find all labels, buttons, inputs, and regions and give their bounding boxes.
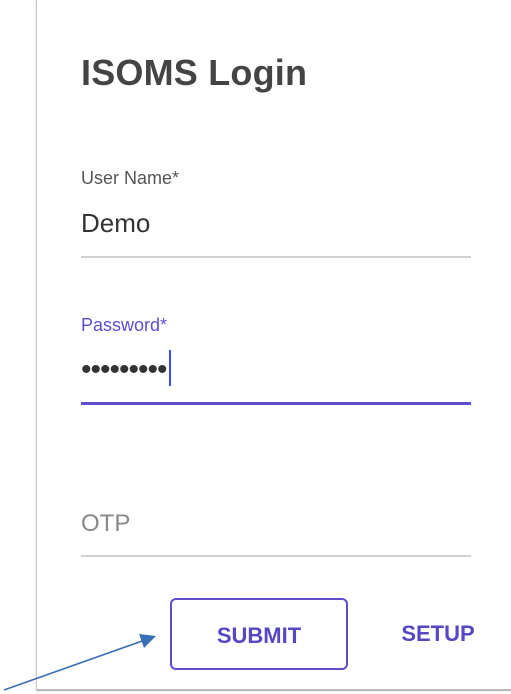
- username-underline: [81, 256, 471, 258]
- otp-underline: [81, 555, 471, 557]
- text-caret: [168, 350, 171, 387]
- login-card: ISOMS Login User Name* Demo Password* ••…: [36, 0, 511, 691]
- password-value[interactable]: •••••••••: [81, 353, 168, 386]
- page: ISOMS Login User Name* Demo Password* ••…: [0, 0, 511, 694]
- otp-field[interactable]: OTP: [81, 510, 471, 560]
- username-field[interactable]: User Name* Demo: [81, 168, 471, 263]
- password-underline-focused: [81, 402, 471, 405]
- username-value[interactable]: Demo: [81, 208, 150, 239]
- username-label: User Name*: [81, 168, 180, 188]
- password-label: Password*: [81, 315, 168, 335]
- otp-placeholder[interactable]: OTP: [81, 510, 130, 538]
- setup-button[interactable]: SETUP: [382, 598, 494, 670]
- page-title: ISOMS Login: [81, 52, 308, 93]
- password-field[interactable]: Password* •••••••••: [81, 315, 471, 410]
- password-value-wrap[interactable]: •••••••••: [81, 350, 171, 389]
- submit-button[interactable]: SUBMIT: [170, 598, 348, 670]
